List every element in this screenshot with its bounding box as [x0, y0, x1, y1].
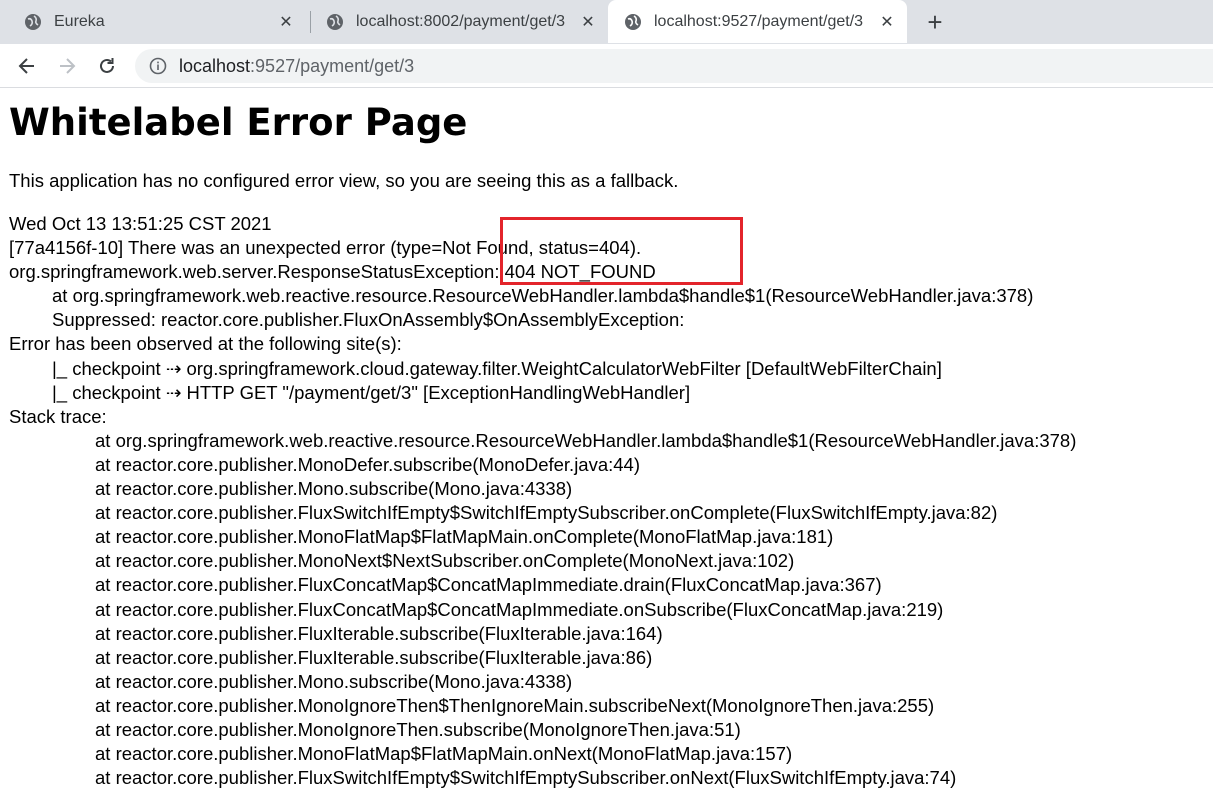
- stack-frame: at reactor.core.publisher.MonoIgnoreThen…: [95, 718, 741, 740]
- url-host: localhost: [179, 55, 251, 76]
- stack-frame: at reactor.core.publisher.FluxSwitchIfEm…: [95, 502, 998, 524]
- stack-frame: at reactor.core.publisher.MonoFlatMap$Fl…: [95, 743, 793, 765]
- globe-icon: [327, 13, 343, 30]
- url-text[interactable]: localhost:9527/payment/get/3: [179, 56, 414, 77]
- stack-frame: at reactor.core.publisher.MonoIgnoreThen…: [95, 694, 935, 716]
- tab-localhost-9527[interactable]: localhost:9527/payment/get/3 ✕: [608, 0, 907, 43]
- tab-title: Eureka: [54, 12, 105, 30]
- back-arrow-icon: [18, 58, 34, 74]
- stack-frame: at reactor.core.publisher.FluxConcatMap$…: [95, 598, 944, 620]
- observed-header: Error has been observed at the following…: [9, 333, 402, 355]
- error-message: [77a4156f-10] There was an unexpected er…: [9, 237, 642, 259]
- back-button[interactable]: [13, 52, 41, 80]
- url-path: :9527/payment/get/3: [250, 55, 415, 76]
- stack-frame: at reactor.core.publisher.Mono.subscribe…: [95, 670, 573, 692]
- stack-header: Stack trace:: [9, 405, 107, 427]
- forward-arrow-icon: [60, 58, 76, 74]
- browser-toolbar: localhost:9527/payment/get/3: [0, 44, 1213, 88]
- checkpoint-line: |_ checkpoint ⇢ org.springframework.clou…: [52, 357, 942, 379]
- tab-title: localhost:9527/payment/get/3: [654, 12, 864, 30]
- tab-title: localhost:8002/payment/get/3: [356, 12, 566, 30]
- stack-frame: at reactor.core.publisher.FluxConcatMap$…: [95, 574, 882, 596]
- stack-frame: at reactor.core.publisher.Mono.subscribe…: [95, 478, 573, 500]
- info-icon[interactable]: [149, 57, 167, 75]
- reload-button[interactable]: [93, 52, 121, 80]
- close-tab-icon[interactable]: ✕: [877, 12, 897, 32]
- exception-line: org.springframework.web.server.ResponseS…: [9, 261, 656, 283]
- stack-frame: at org.springframework.web.reactive.reso…: [95, 429, 1077, 451]
- globe-icon: [625, 13, 641, 30]
- stack-frame: at reactor.core.publisher.MonoFlatMap$Fl…: [95, 526, 834, 548]
- stack-frame: at reactor.core.publisher.MonoNext$NextS…: [95, 550, 795, 572]
- reload-icon: [100, 58, 114, 73]
- suppressed-line: Suppressed: reactor.core.publisher.FluxO…: [52, 309, 685, 331]
- stack-frame: at reactor.core.publisher.FluxIterable.s…: [95, 622, 663, 644]
- exception-at-line: at org.springframework.web.reactive.reso…: [52, 285, 1034, 307]
- globe-icon: [25, 13, 41, 30]
- new-tab-button[interactable]: +: [921, 7, 949, 37]
- error-details: Wed Oct 13 13:51:25 CST 2021 [77a4156f-1…: [9, 212, 1076, 790]
- tab-strip: Eureka ✕ localhost:8002/payment/get/3 ✕ …: [0, 0, 1213, 44]
- tab-localhost-8002[interactable]: localhost:8002/payment/get/3 ✕: [302, 0, 608, 43]
- forward-button[interactable]: [53, 52, 81, 80]
- stack-frame: at reactor.core.publisher.FluxSwitchIfEm…: [95, 767, 957, 789]
- timestamp: Wed Oct 13 13:51:25 CST 2021: [9, 213, 272, 234]
- intro-text: This application has no configured error…: [9, 170, 679, 191]
- tab-eureka[interactable]: Eureka ✕: [0, 0, 306, 43]
- close-tab-icon[interactable]: ✕: [276, 12, 296, 32]
- page-title: Whitelabel Error Page: [9, 101, 468, 144]
- checkpoint-line: |_ checkpoint ⇢ HTTP GET "/payment/get/3…: [52, 381, 691, 403]
- address-bar[interactable]: localhost:9527/payment/get/3: [135, 49, 1213, 83]
- stack-frame: at reactor.core.publisher.MonoDefer.subs…: [95, 453, 641, 475]
- stack-frame: at reactor.core.publisher.FluxIterable.s…: [95, 646, 653, 668]
- close-tab-icon[interactable]: ✕: [578, 12, 598, 32]
